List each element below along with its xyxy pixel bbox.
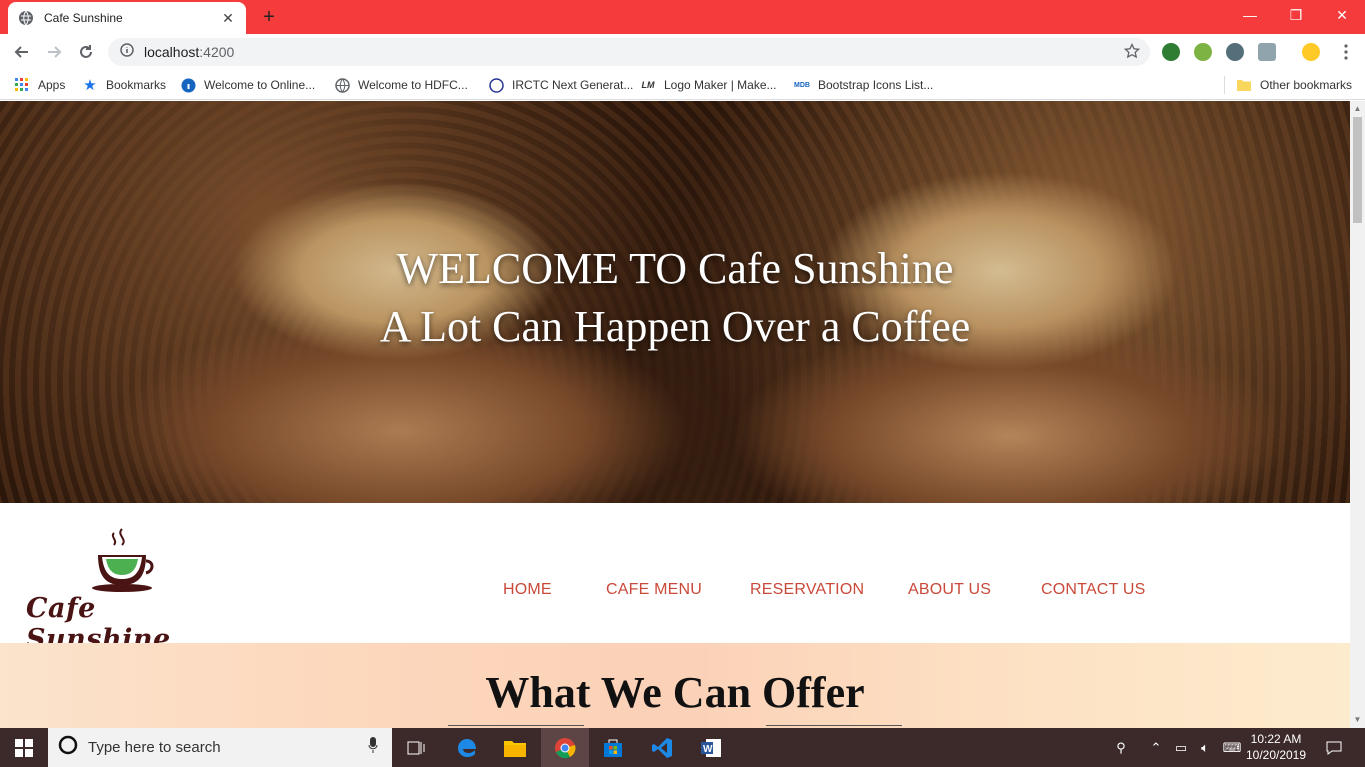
search-placeholder: Type here to search [88,739,221,756]
bookmark-label: Apps [38,78,66,92]
offer-heading: What We Can Offer [485,668,865,717]
network-icon[interactable]: ▭ [1170,728,1192,767]
address-bar[interactable]: localhost:4200 [108,38,1150,66]
star-icon: ★ [83,77,97,94]
word-icon[interactable]: W [687,728,735,767]
bookmark-label: Bootstrap Icons List... [818,78,934,92]
nav-reservation[interactable]: RESERVATION [750,581,864,599]
edge-icon[interactable] [443,728,491,767]
clock-time: 10:22 AM [1250,732,1302,746]
new-tab-icon[interactable]: + [258,6,280,28]
hero-heading: WELCOME TO Cafe Sunshine [396,244,954,293]
tab-title: Cafe Sunshine [44,11,123,25]
bookmark-star-icon[interactable] [1123,42,1141,64]
browser-toolbar: localhost:4200 [0,34,1365,70]
bookmark-label: Other bookmarks [1260,78,1353,92]
globe-icon [334,77,350,93]
nav-contact-us[interactable]: CONTACT US [1041,581,1146,599]
taskbar-clock[interactable]: 10:22 AM 10/20/2019 [1244,731,1308,763]
hero-banner: WELCOME TO Cafe Sunshine A Lot Can Happe… [0,101,1350,503]
windows-taskbar: Type here to search W ⚲ ⌃ ▭ 🔈︎ ⌨︎ 10:22 … [0,728,1365,767]
browser-tab[interactable]: Cafe Sunshine ✕ [8,2,246,34]
tab-close-icon[interactable]: ✕ [220,10,236,27]
bookmark-apps[interactable]: Apps [14,76,65,94]
bookmark-online[interactable]: Welcome to Online... [180,76,315,94]
nav-about-us[interactable]: ABOUT US [908,581,991,599]
hero-tagline: A Lot Can Happen Over a Coffee [379,302,971,351]
bookmarks-bar: Apps ★ Bookmarks Welcome to Online... We… [0,70,1365,100]
clock-date: 10/20/2019 [1245,748,1307,762]
bookmark-other[interactable]: Other bookmarks [1236,76,1352,94]
taskbar-search[interactable]: Type here to search [48,728,392,767]
lm-icon: LM [641,80,655,90]
show-hidden-icons[interactable]: ⌃ [1146,728,1166,767]
folder-icon [1236,77,1252,93]
offer-section: What We Can Offer [0,643,1350,728]
irctc-icon [488,77,504,93]
globe-icon [18,10,34,26]
profile-avatar[interactable] [1302,43,1320,61]
bookmark-irctc[interactable]: IRCTC Next Generat... [488,76,633,94]
people-icon[interactable]: ⚲ [1108,728,1134,767]
page-viewport: WELCOME TO Cafe Sunshine A Lot Can Happe… [0,101,1350,728]
vscode-icon[interactable] [638,728,686,767]
extension-icon[interactable] [1194,43,1212,61]
info-icon [180,77,196,93]
extension-icon[interactable] [1226,43,1244,61]
bookmark-bootstrap-icons[interactable]: MDB Bootstrap Icons List... [794,76,933,94]
reload-icon[interactable] [74,40,98,64]
bookmark-logo-maker[interactable]: LM Logo Maker | Make... [640,76,777,94]
nav-cafe-menu[interactable]: CAFE MENU [606,581,702,599]
url-text: localhost:4200 [144,44,235,60]
site-logo[interactable]: Cafe Sunshine [26,525,216,655]
cortana-icon [58,735,78,760]
heading-underline [766,725,902,726]
bookmark-bookmarks[interactable]: ★ Bookmarks [82,76,166,94]
volume-icon[interactable]: 🔈︎ [1194,728,1216,767]
microphone-icon[interactable] [368,737,378,758]
heading-underline [448,725,584,726]
page-scrollbar[interactable]: ▲ ▼ [1350,101,1365,728]
keyboard-icon[interactable]: ⌨︎ [1220,728,1244,767]
coffee-cup-icon [92,528,154,592]
forward-icon[interactable] [42,40,66,64]
site-navbar: Cafe Sunshine HOME CAFE MENU RESERVATION… [0,503,1350,655]
browser-tab-strip: Cafe Sunshine ✕ + — ❐ ✕ [0,0,1365,34]
mdb-icon: MDB [794,81,810,89]
bookmark-label: Logo Maker | Make... [664,78,777,92]
back-icon[interactable] [10,40,34,64]
bookmark-label: Bookmarks [106,78,167,92]
extension-icon[interactable] [1258,43,1276,61]
notifications-icon[interactable] [1320,728,1348,767]
file-explorer-icon[interactable] [491,728,539,767]
more-menu-icon[interactable] [1334,40,1358,64]
store-icon[interactable] [589,728,637,767]
svg-text:W: W [703,744,713,755]
apps-grid-icon [14,77,30,93]
windows-start-icon[interactable] [0,728,48,767]
bookmark-label: IRCTC Next Generat... [512,78,634,92]
bookmark-label: Welcome to HDFC... [358,78,468,92]
info-icon[interactable] [120,42,134,62]
window-close-icon[interactable]: ✕ [1319,0,1365,30]
bookmark-label: Welcome to Online... [204,78,316,92]
bookmark-hdfc[interactable]: Welcome to HDFC... [334,76,468,94]
scroll-up-icon[interactable]: ▲ [1353,104,1362,113]
nav-home[interactable]: HOME [503,581,552,599]
restore-icon[interactable]: ❐ [1273,0,1319,30]
extension-icon[interactable] [1162,43,1180,61]
chrome-icon[interactable] [541,728,589,767]
task-view-icon[interactable] [392,728,440,767]
minimize-icon[interactable]: — [1227,0,1273,30]
scrollbar-thumb[interactable] [1353,117,1362,223]
scroll-down-icon[interactable]: ▼ [1353,715,1362,724]
bookmarks-divider [1224,76,1225,94]
